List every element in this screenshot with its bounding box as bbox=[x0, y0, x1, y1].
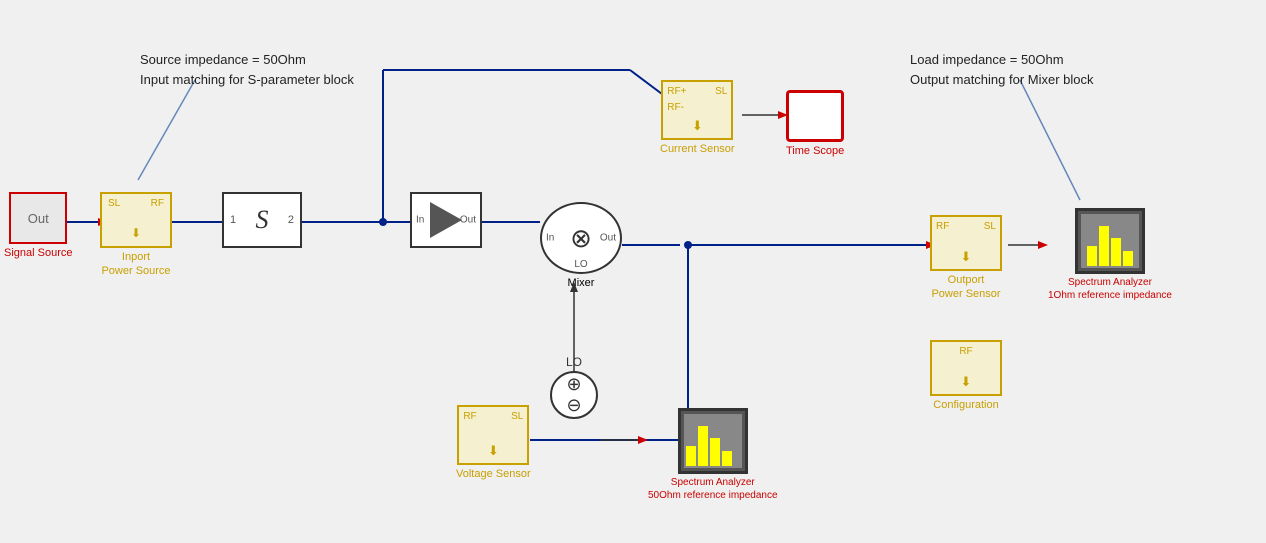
configuration-block[interactable]: RF ⬇ Configuration bbox=[930, 340, 1002, 412]
amplifier-box: In Out bbox=[410, 192, 482, 248]
ops-arrow: ⬇ bbox=[961, 249, 972, 265]
annotation-left: Source impedance = 50Ohm Input matching … bbox=[140, 50, 354, 89]
spectrum-right-inner bbox=[1081, 214, 1139, 268]
spectrum-bottom-inner bbox=[684, 414, 742, 468]
inport-ps-box: SL RF ⬇ bbox=[100, 192, 172, 248]
voltage-sensor-label: Voltage Sensor bbox=[456, 467, 531, 481]
spectrum-bottom-label: Spectrum Analyzer50Ohm reference impedan… bbox=[648, 476, 778, 502]
sparam-block[interactable]: 1 S 2 bbox=[222, 192, 302, 250]
cs-rfp-label: RF+ bbox=[667, 86, 686, 97]
time-scope-box bbox=[786, 90, 844, 142]
outport-ps-label: OutportPower Sensor bbox=[931, 273, 1000, 302]
config-rf-label: RF bbox=[959, 346, 972, 357]
amplifier-block[interactable]: In Out bbox=[410, 192, 482, 248]
inport-ps-label: InportPower Source bbox=[101, 250, 170, 279]
config-arrow: ⬇ bbox=[961, 374, 972, 390]
sparam-box: 1 S 2 bbox=[222, 192, 302, 248]
signal-source-block[interactable]: Out Signal Source bbox=[4, 192, 73, 260]
voltage-sensor-box: RF SL ⬇ bbox=[457, 405, 529, 465]
lo-source-box: ⊕⊖ bbox=[550, 371, 598, 419]
amp-in-label: In bbox=[416, 215, 424, 226]
voltage-sensor-block[interactable]: RF SL ⬇ Voltage Sensor bbox=[456, 405, 531, 481]
time-scope-label: Time Scope bbox=[786, 144, 844, 158]
spec-bot-bar-2 bbox=[698, 426, 708, 466]
lo-symbol: ⊕⊖ bbox=[566, 374, 581, 416]
inport-power-source-block[interactable]: SL RF ⬇ InportPower Source bbox=[100, 192, 172, 279]
inport-sl-label: SL bbox=[108, 198, 120, 209]
inport-rf-label: RF bbox=[151, 198, 164, 209]
diagram-canvas: Source impedance = 50Ohm Input matching … bbox=[0, 0, 1266, 543]
spec-bot-bar-1 bbox=[686, 446, 696, 466]
sparam-symbol: S bbox=[256, 205, 269, 235]
vs-arrow: ⬇ bbox=[488, 443, 499, 459]
outport-ps-box: RF SL ⬇ bbox=[930, 215, 1002, 271]
mixer-label: Mixer bbox=[568, 276, 595, 290]
mixer-box: In ⊗ Out LO bbox=[540, 202, 622, 274]
spec-bar-2 bbox=[1099, 226, 1109, 266]
spectrum-bottom-box bbox=[678, 408, 748, 474]
sparam-port1: 1 bbox=[230, 214, 236, 226]
amplifier-triangle bbox=[430, 202, 462, 238]
spec-bar-4 bbox=[1123, 251, 1133, 266]
current-sensor-label: Current Sensor bbox=[660, 142, 735, 156]
spec-bot-bar-3 bbox=[710, 438, 720, 466]
spectrum-analyzer-bottom-block[interactable]: Spectrum Analyzer50Ohm reference impedan… bbox=[648, 408, 778, 502]
lo-source-block[interactable]: LO ⊕⊖ bbox=[550, 355, 598, 419]
inport-arrow: ⬇ bbox=[131, 226, 141, 240]
mixer-lo-label: LO bbox=[574, 259, 587, 270]
configuration-label: Configuration bbox=[933, 398, 998, 412]
mixer-block[interactable]: In ⊗ Out LO Mixer bbox=[540, 202, 622, 290]
time-scope-block[interactable]: Time Scope bbox=[786, 90, 844, 158]
mixer-symbol: ⊗ bbox=[570, 223, 592, 254]
ops-sl-label: SL bbox=[984, 221, 996, 232]
cs-arrow: ⬇ bbox=[692, 118, 703, 134]
spec-bar-1 bbox=[1087, 246, 1097, 266]
mixer-in-label: In bbox=[546, 233, 554, 244]
signal-source-label: Signal Source bbox=[4, 246, 73, 260]
outport-ps-block[interactable]: RF SL ⬇ OutportPower Sensor bbox=[930, 215, 1002, 302]
mixer-out-label: Out bbox=[600, 233, 616, 244]
spec-bot-bar-4 bbox=[722, 451, 732, 466]
signal-source-box: Out bbox=[9, 192, 67, 244]
sparam-port2: 2 bbox=[288, 214, 294, 226]
current-sensor-block[interactable]: RF+ RF- SL ⬇ Current Sensor bbox=[660, 80, 735, 156]
cs-sl-label: SL bbox=[715, 86, 727, 97]
current-sensor-box: RF+ RF- SL ⬇ bbox=[661, 80, 733, 140]
vs-sl-label: SL bbox=[511, 411, 523, 422]
spectrum-right-label: Spectrum Analyzer1Ohm reference impedanc… bbox=[1048, 276, 1172, 302]
configuration-box: RF ⬇ bbox=[930, 340, 1002, 396]
amp-out-label: Out bbox=[460, 215, 476, 226]
cs-rfm-label: RF- bbox=[667, 102, 684, 113]
lo-label: LO bbox=[566, 355, 582, 369]
annotation-right: Load impedance = 50Ohm Output matching f… bbox=[910, 50, 1094, 89]
ops-rf-label: RF bbox=[936, 221, 949, 232]
vs-rf-label: RF bbox=[463, 411, 476, 422]
spec-bar-3 bbox=[1111, 238, 1121, 266]
spectrum-right-box bbox=[1075, 208, 1145, 274]
spectrum-analyzer-right-block[interactable]: Spectrum Analyzer1Ohm reference impedanc… bbox=[1048, 208, 1172, 302]
